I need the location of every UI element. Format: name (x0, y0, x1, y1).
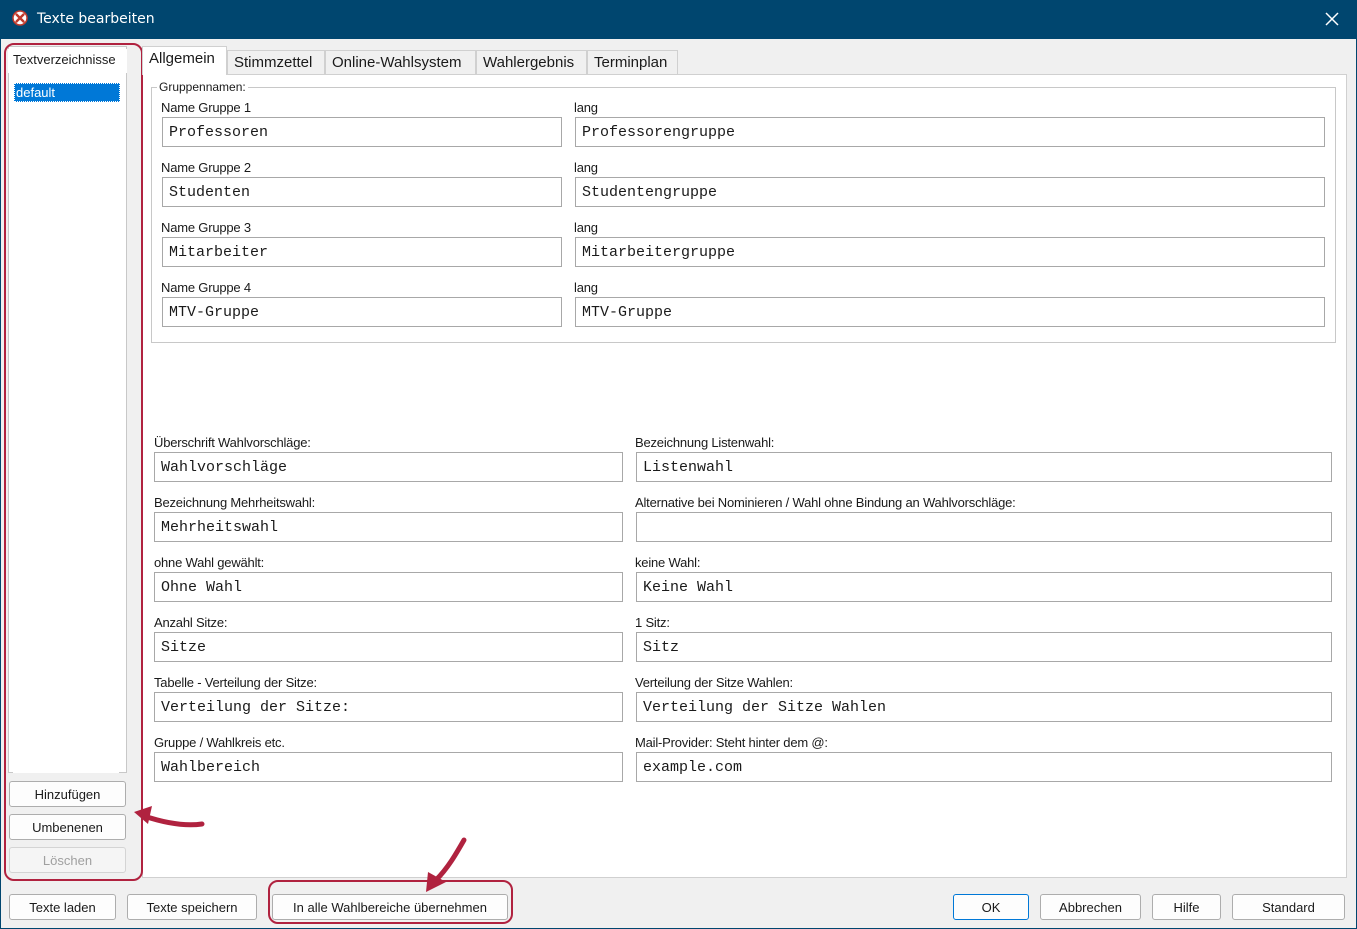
list-election-field[interactable]: Listenwahl (636, 452, 1332, 482)
list-election-label: Bezeichnung Listenwahl: (635, 435, 775, 450)
annotation-arrow-icon (426, 837, 467, 892)
close-icon[interactable] (1321, 8, 1343, 30)
mail-provider-label: Mail-Provider: Steht hinter dem @: (635, 735, 828, 750)
no-election-elected-label: ohne Wahl gewählt: (154, 555, 265, 570)
one-seat-field[interactable]: Sitz (636, 632, 1332, 662)
app-icon (12, 10, 28, 26)
save-texts-button[interactable]: Texte speichern (127, 894, 257, 920)
group-long-field[interactable]: Professorengruppe (575, 117, 1325, 147)
seat-distribution-table-label: Tabelle - Verteilung der Sitze: (154, 675, 317, 690)
group-name-label: Name Gruppe 3 (161, 220, 251, 235)
group-name-label: Name Gruppe 4 (161, 280, 251, 295)
alternative-nomination-field[interactable] (636, 512, 1332, 542)
group-name-field[interactable]: Professoren (162, 117, 562, 147)
help-button[interactable]: Hilfe (1152, 894, 1221, 920)
load-texts-button[interactable]: Texte laden (9, 894, 116, 920)
seat-distribution-table-field[interactable]: Verteilung der Sitze: (154, 692, 623, 722)
group-long-label: lang (574, 280, 598, 295)
no-election-label: keine Wahl: (635, 555, 701, 570)
tab-stimmzettel[interactable]: Stimmzettel (227, 50, 325, 74)
group-long-field[interactable]: MTV-Gruppe (575, 297, 1325, 327)
group-name-field[interactable]: Studenten (162, 177, 562, 207)
title-bar: Texte bearbeiten (0, 0, 1357, 39)
ok-button[interactable]: OK (953, 894, 1029, 920)
group-long-field[interactable]: Mitarbeitergruppe (575, 237, 1325, 267)
annotation-frame-apply-all (268, 880, 513, 924)
majority-election-field[interactable]: Mehrheitswahl (154, 512, 623, 542)
group-long-label: lang (574, 100, 598, 115)
seat-count-field[interactable]: Sitze (154, 632, 623, 662)
tab-allgemein[interactable]: Allgemein (142, 46, 227, 75)
annotation-arrow-icon (134, 806, 205, 828)
heading-proposals-field[interactable]: Wahlvorschläge (154, 452, 623, 482)
cancel-button[interactable]: Abbrechen (1040, 894, 1141, 920)
no-election-elected-field[interactable]: Ohne Wahl (154, 572, 623, 602)
tab-terminplan[interactable]: Terminplan (587, 50, 678, 74)
seat-count-label: Anzahl Sitze: (154, 615, 228, 630)
no-election-field[interactable]: Keine Wahl (636, 572, 1332, 602)
annotation-frame-left-panel (4, 43, 143, 881)
group-long-label: lang (574, 220, 598, 235)
window-title: Texte bearbeiten (37, 11, 155, 27)
group-names-legend: Gruppennamen: (157, 80, 248, 94)
constituency-field[interactable]: Wahlbereich (154, 752, 623, 782)
tab-online-wahlsystem[interactable]: Online-Wahlsystem (325, 50, 476, 74)
group-long-label: lang (574, 160, 598, 175)
group-name-label: Name Gruppe 2 (161, 160, 251, 175)
group-name-field[interactable]: MTV-Gruppe (162, 297, 562, 327)
alternative-nomination-label: Alternative bei Nominieren / Wahl ohne B… (635, 495, 1016, 510)
group-name-label: Name Gruppe 1 (161, 100, 251, 115)
group-long-field[interactable]: Studentengruppe (575, 177, 1325, 207)
constituency-label: Gruppe / Wahlkreis etc. (154, 735, 285, 750)
seat-distribution-elections-label: Verteilung der Sitze Wahlen: (635, 675, 793, 690)
mail-provider-field[interactable]: example.com (636, 752, 1332, 782)
one-seat-label: 1 Sitz: (635, 615, 670, 630)
heading-proposals-label: Überschrift Wahlvorschläge: (154, 435, 311, 450)
seat-distribution-elections-field[interactable]: Verteilung der Sitze Wahlen (636, 692, 1332, 722)
majority-election-label: Bezeichnung Mehrheitswahl: (154, 495, 316, 510)
tab-wahlergebnis[interactable]: Wahlergebnis (476, 50, 587, 74)
group-name-field[interactable]: Mitarbeiter (162, 237, 562, 267)
default-button[interactable]: Standard (1232, 894, 1345, 920)
